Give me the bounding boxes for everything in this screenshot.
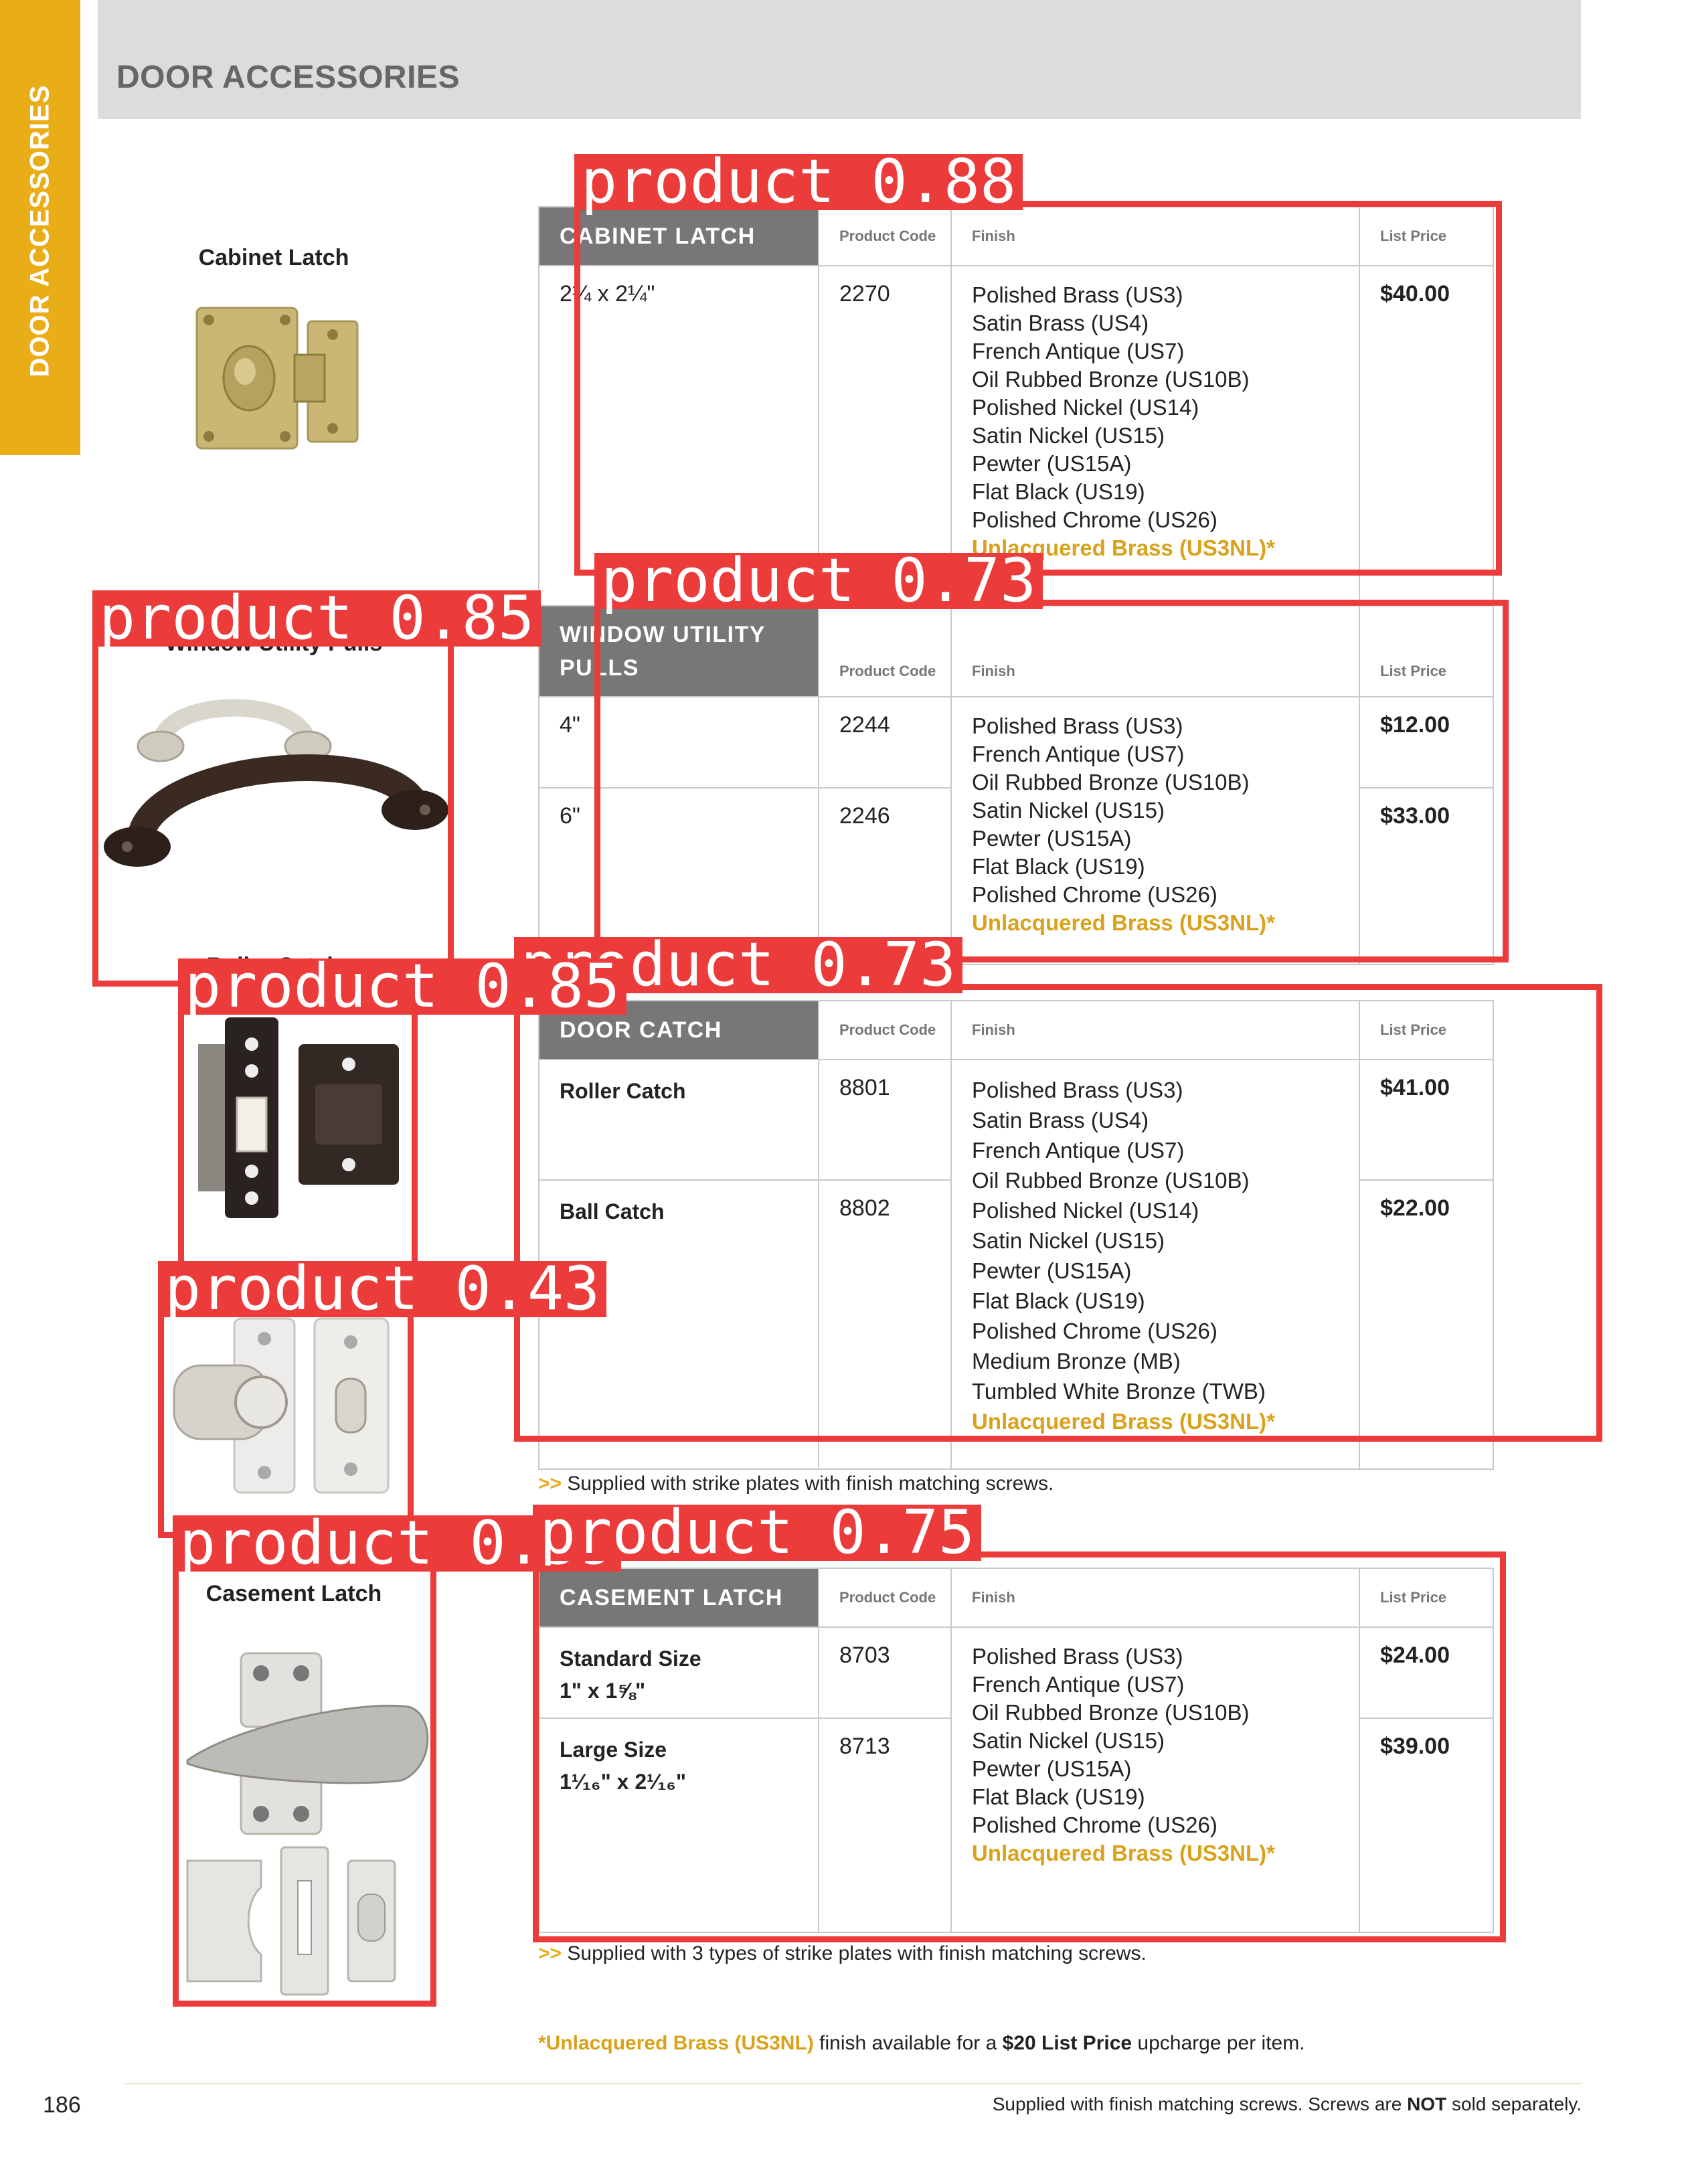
unlacquered-brass-footnote: *Unlacquered Brass (US3NL) finish availa… [538, 2032, 1305, 2054]
detection-box [178, 1005, 418, 1269]
detection-label: product 0.75 [533, 1503, 982, 1563]
footer-divider [124, 2083, 1581, 2084]
detection-box [574, 201, 1502, 576]
detection-label: product 0.43 [158, 1259, 607, 1319]
detection-label: product 0.85 [178, 956, 627, 1017]
detection-box [533, 1551, 1506, 1942]
detection-label: product 0.88 [574, 152, 1023, 212]
detection-box [173, 1562, 436, 2007]
casement-latch-note: >> Supplied with 3 types of strike plate… [538, 1942, 1147, 1964]
page-number: 186 [43, 2092, 81, 2118]
product-caption-cabinet-latch: Cabinet Latch [198, 245, 349, 270]
page-title: DOOR ACCESSORIES [116, 60, 460, 95]
side-tab: DOOR ACCESSORIES [0, 0, 80, 455]
note-arrow-icon: >> [538, 1942, 562, 1964]
side-tab-label: DOOR ACCESSORIES [25, 84, 55, 377]
detection-label: product 0.85 [92, 588, 541, 649]
detection-box [594, 600, 1509, 962]
detection-box [158, 1308, 414, 1538]
footer-note: Supplied with finish matching screws. Sc… [992, 2094, 1582, 2114]
door-catch-note: >> Supplied with strike plates with fini… [538, 1473, 1054, 1495]
detection-box [92, 637, 454, 987]
detection-box [514, 984, 1602, 1442]
note-arrow-icon: >> [538, 1473, 562, 1495]
detection-label: product 0.73 [594, 551, 1043, 611]
cabinet-latch-image [194, 301, 363, 455]
